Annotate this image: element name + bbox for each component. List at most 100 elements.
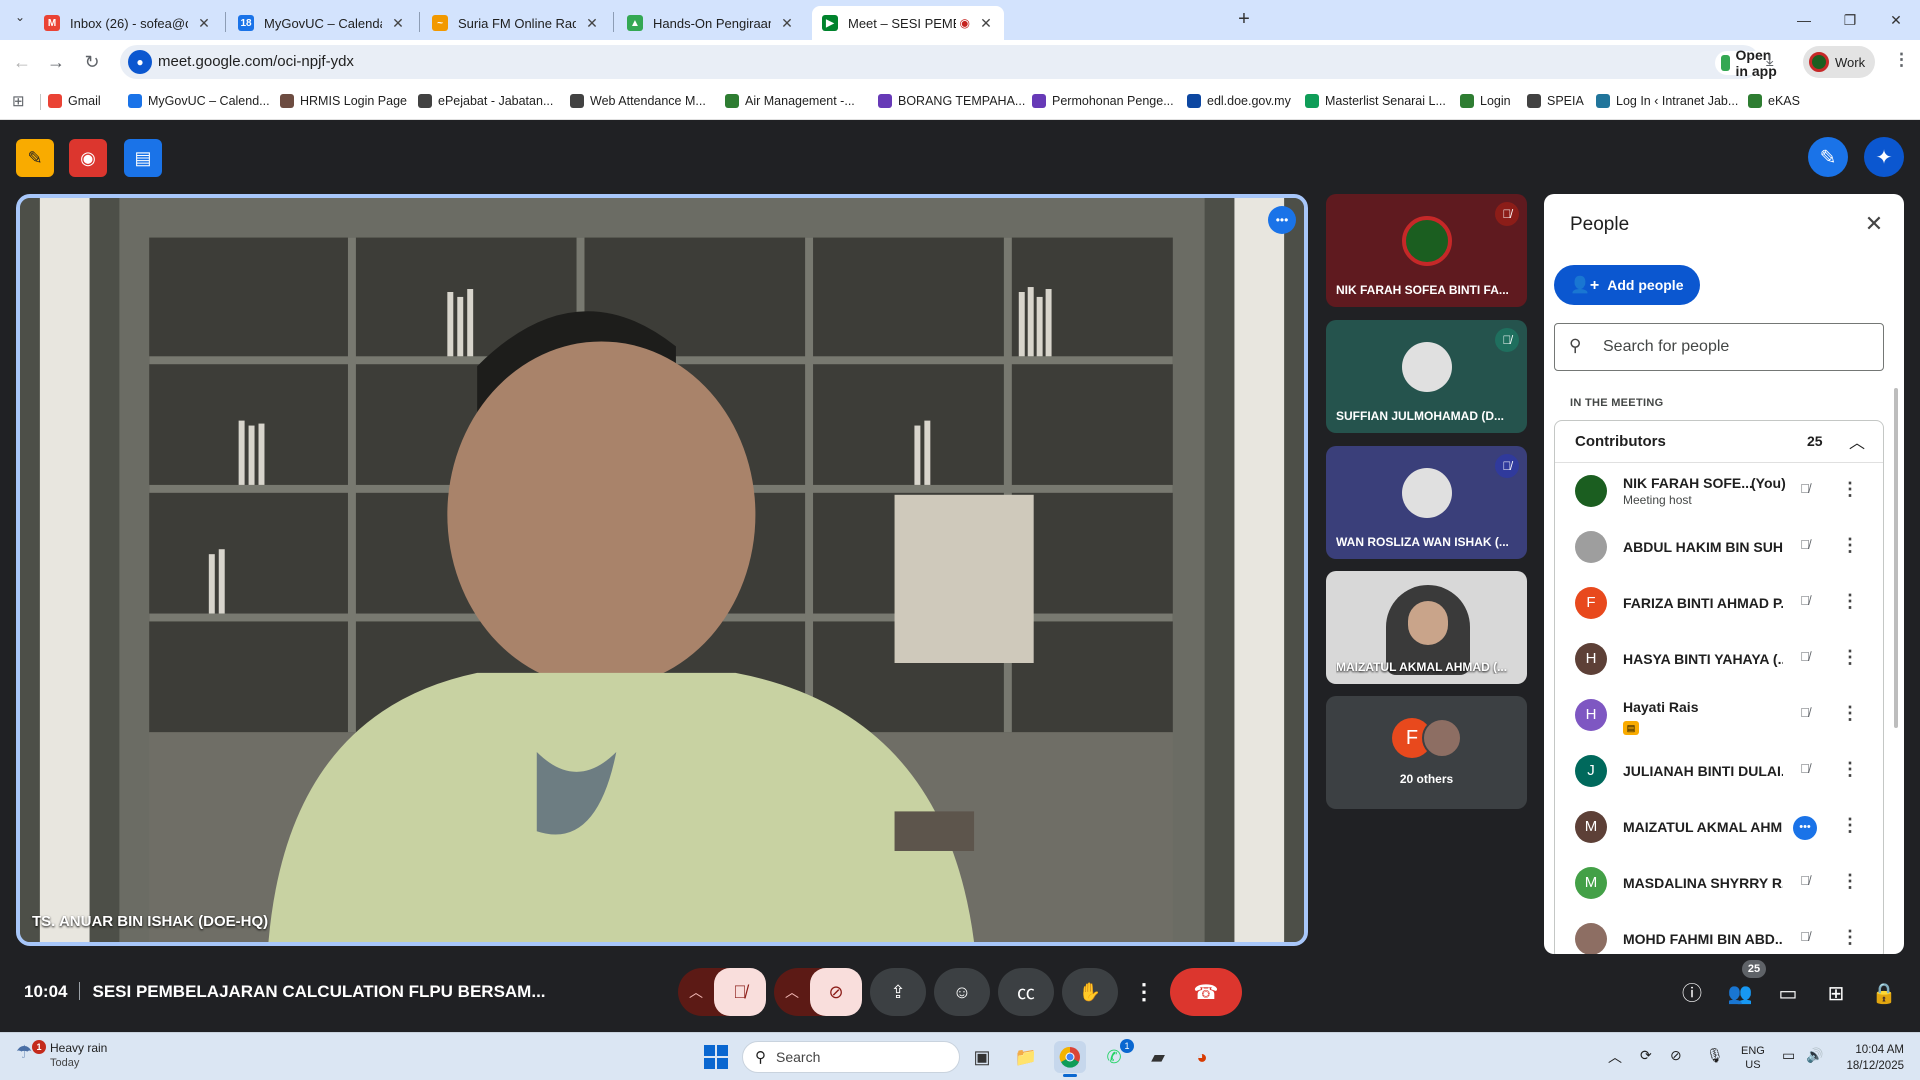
close-tab-icon[interactable]: ✕ bbox=[390, 15, 406, 32]
muted-mic-icon[interactable]: 🎙̸ bbox=[1795, 761, 1815, 781]
taskbar-search[interactable]: ⚲ Search bbox=[742, 1041, 960, 1073]
sync-icon[interactable]: ⟳ bbox=[1640, 1047, 1652, 1064]
participant-more-icon[interactable]: ⋮ bbox=[1841, 815, 1859, 836]
muted-mic-icon[interactable]: 🎙̸ bbox=[1795, 481, 1815, 501]
file-explorer-icon[interactable]: 📁 bbox=[1010, 1041, 1042, 1073]
microphone-icon[interactable]: 🎙 bbox=[1706, 1047, 1724, 1064]
sticky-notes-icon[interactable]: ▰ bbox=[1142, 1041, 1174, 1073]
browser-tab[interactable]: ▲ Hands-On Pengiraan FLPU Bersama ✕ bbox=[617, 6, 805, 40]
profile-button[interactable]: Work bbox=[1803, 46, 1876, 78]
close-window-button[interactable]: ✕ bbox=[1876, 8, 1916, 32]
volume-icon[interactable]: 🔊 bbox=[1806, 1047, 1823, 1064]
tab-search-chevron-icon[interactable]: ⌄ bbox=[8, 10, 32, 30]
gemini-sparkle-icon[interactable]: ✦ bbox=[1864, 137, 1904, 177]
back-button[interactable]: ← bbox=[10, 50, 34, 74]
bookmark-item[interactable]: HRMIS Login Page bbox=[280, 94, 407, 108]
powerpoint-icon[interactable]: ◕ bbox=[1186, 1041, 1218, 1073]
system-clock[interactable]: 10:04 AM 18/12/2025 bbox=[1836, 1042, 1904, 1074]
edit-layout-icon[interactable]: ✎ bbox=[1808, 137, 1848, 177]
chrome-icon[interactable] bbox=[1054, 1041, 1086, 1077]
bookmark-item[interactable]: ePejabat - Jabatan... bbox=[418, 94, 553, 108]
whatsapp-icon[interactable]: ✆ 1 bbox=[1098, 1039, 1134, 1073]
people-scrollbar[interactable] bbox=[1894, 388, 1898, 728]
people-icon[interactable]: 👥 bbox=[1726, 980, 1754, 1008]
participant-more-icon[interactable]: ⋮ bbox=[1841, 871, 1859, 892]
chevron-up-icon[interactable]: ︿ bbox=[1849, 429, 1865, 453]
forward-button[interactable]: → bbox=[44, 50, 68, 74]
bookmark-item[interactable]: edl.doe.gov.my bbox=[1187, 94, 1291, 108]
close-tab-icon[interactable]: ✕ bbox=[978, 15, 994, 32]
participant-tile[interactable]: 🎙̸ WAN ROSLIZA WAN ISHAK (... bbox=[1326, 446, 1527, 559]
contributors-header[interactable]: Contributors 25 ︿ bbox=[1555, 421, 1883, 463]
bookmark-item[interactable]: Login bbox=[1460, 94, 1511, 108]
bookmark-item[interactable]: eKAS bbox=[1748, 94, 1800, 108]
start-button[interactable] bbox=[704, 1045, 728, 1069]
participant-row[interactable]: ABDUL HAKIM BIN SUH... 🎙̸ ⋮ bbox=[1555, 519, 1883, 575]
close-panel-icon[interactable]: ✕ bbox=[1858, 208, 1890, 240]
browser-tab[interactable]: ▶ Meet – SESI PEMBELAJARAN◉ ✕ bbox=[812, 6, 1004, 40]
participant-more-icon[interactable]: ⋮ bbox=[1841, 759, 1859, 780]
participant-row[interactable]: H HASYA BINTI YAHAYA (... 🎙̸ ⋮ bbox=[1555, 631, 1883, 687]
activities-icon[interactable]: ⊞ bbox=[1822, 980, 1850, 1008]
site-info-icon[interactable]: ● bbox=[128, 50, 152, 74]
bookmark-item[interactable]: BORANG TEMPAHA... bbox=[878, 94, 1025, 108]
bookmark-item[interactable]: Gmail bbox=[48, 94, 101, 108]
participant-more-icon[interactable]: ⋮ bbox=[1841, 591, 1859, 612]
muted-mic-icon[interactable]: 🎙̸ bbox=[1795, 593, 1815, 613]
url-text[interactable]: meet.google.com/oci-npjf-ydx bbox=[158, 53, 354, 70]
participant-tile[interactable]: MAIZATUL AKMAL AHMAD (... bbox=[1326, 571, 1527, 684]
browser-tab[interactable]: 18 MyGovUC – Calendar - December ✕ bbox=[228, 6, 416, 40]
participant-row[interactable]: M MAIZATUL AKMAL AHM... ••• ⋮ bbox=[1555, 799, 1883, 855]
minimize-button[interactable]: — bbox=[1784, 8, 1824, 32]
new-tab-button[interactable]: + bbox=[1232, 8, 1256, 32]
display-icon[interactable]: ▭ bbox=[1782, 1047, 1795, 1064]
recording-indicator-button[interactable]: ◉ bbox=[69, 139, 107, 177]
bookmark-item[interactable]: Permohonan Penge... bbox=[1032, 94, 1174, 108]
muted-mic-icon[interactable]: 🎙̸ bbox=[1795, 873, 1815, 893]
bookmark-item[interactable]: Log In ‹ Intranet Jab... bbox=[1596, 94, 1738, 108]
gemini-notes-button[interactable]: ✎ bbox=[16, 139, 54, 177]
restore-button[interactable]: ❐ bbox=[1830, 8, 1870, 32]
bookmark-item[interactable]: Masterlist Senarai L... bbox=[1305, 94, 1446, 108]
open-in-app-button[interactable]: Open in app bbox=[1715, 47, 1787, 79]
participant-tile[interactable]: 🎙̸ SUFFIAN JULMOHAMAD (D... bbox=[1326, 320, 1527, 433]
muted-mic-icon[interactable]: 🎙̸ bbox=[1795, 649, 1815, 669]
others-tile[interactable]: F 20 others bbox=[1326, 696, 1527, 809]
participant-row[interactable]: NIK FARAH SOFE... (You) Meeting host 🎙̸ ⋮ bbox=[1555, 463, 1883, 519]
camera-options-chevron-icon[interactable]: ︿ bbox=[774, 968, 810, 1016]
raise-hand-button[interactable]: ✋ bbox=[1062, 968, 1118, 1016]
transcript-button[interactable]: ▤ bbox=[124, 139, 162, 177]
task-view-icon[interactable]: ▣ bbox=[966, 1041, 998, 1073]
muted-mic-icon[interactable]: 🎙̸ bbox=[1795, 929, 1815, 949]
participant-row[interactable]: M MASDALINA SHYRRY R... 🎙̸ ⋮ bbox=[1555, 855, 1883, 911]
address-bar[interactable]: ● meet.google.com/oci-npjf-ydx Open in a… bbox=[120, 45, 1852, 79]
more-options-button[interactable]: ⋮ bbox=[1130, 968, 1158, 1016]
participant-more-icon[interactable]: ⋮ bbox=[1841, 535, 1859, 556]
participant-more-icon[interactable]: ⋮ bbox=[1841, 647, 1859, 668]
host-controls-icon[interactable]: 🔒 bbox=[1870, 980, 1898, 1008]
participant-row[interactable]: F FARIZA BINTI AHMAD P... 🎙̸ ⋮ bbox=[1555, 575, 1883, 631]
browser-tab[interactable]: ~ Suria FM Online Radio - Segalanya ✕ bbox=[422, 6, 610, 40]
close-tab-icon[interactable]: ✕ bbox=[196, 15, 212, 32]
network-off-icon[interactable]: ⊘ bbox=[1670, 1047, 1682, 1064]
mic-options-chevron-icon[interactable]: ︿ bbox=[678, 968, 714, 1016]
close-tab-icon[interactable]: ✕ bbox=[584, 15, 600, 32]
apps-grid-icon[interactable]: ⊞ bbox=[12, 92, 25, 110]
browser-tab[interactable]: M Inbox (26) - sofea@doe.gov.my ✕ bbox=[34, 6, 222, 40]
participant-row[interactable]: MOHD FAHMI BIN ABD... 🎙̸ ⋮ bbox=[1555, 911, 1883, 954]
bookmark-item[interactable]: Air Management -... bbox=[725, 94, 855, 108]
chat-icon[interactable]: ▭ bbox=[1774, 980, 1802, 1008]
main-speaker-tile[interactable]: ••• TS. ANUAR BIN ISHAK (DOE-HQ) bbox=[16, 194, 1308, 946]
present-screen-button[interactable]: ⇪ bbox=[870, 968, 926, 1016]
participant-more-icon[interactable]: ⋮ bbox=[1841, 479, 1859, 500]
bookmark-item[interactable]: MyGovUC – Calend... bbox=[128, 94, 270, 108]
participant-row[interactable]: J JULIANAH BINTI DULAI... 🎙̸ ⋮ bbox=[1555, 743, 1883, 799]
participant-tile[interactable]: 🎙̸ NIK FARAH SOFEA BINTI FA... bbox=[1326, 194, 1527, 307]
tray-overflow-icon[interactable]: ︿ bbox=[1608, 1047, 1622, 1067]
bookmark-item[interactable]: SPEIA bbox=[1527, 94, 1584, 108]
browser-menu-icon[interactable]: ⋮ bbox=[1893, 50, 1910, 70]
meeting-details-icon[interactable]: ⓘ bbox=[1678, 980, 1706, 1008]
muted-mic-icon[interactable]: 🎙̸ bbox=[1795, 705, 1815, 725]
leave-call-button[interactable]: ☎ bbox=[1170, 968, 1242, 1016]
participant-more-icon[interactable]: ⋮ bbox=[1841, 703, 1859, 724]
